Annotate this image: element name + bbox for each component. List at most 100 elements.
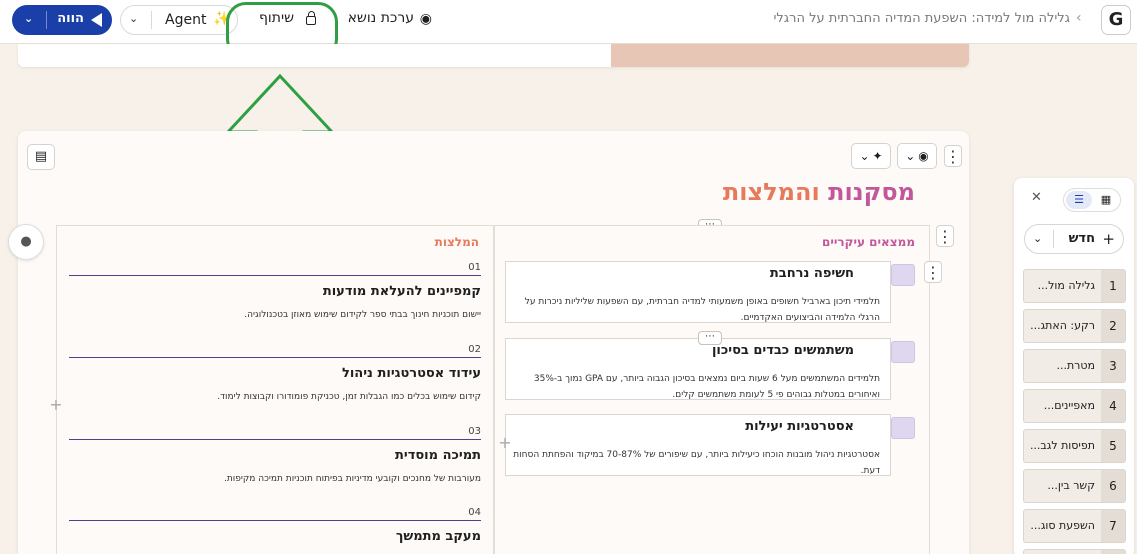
top-bar: הווה ⌄ ⌄ Agent ✨ שיתוף ◉ ערכת נושא גלילה… (0, 0, 1137, 44)
close-icon[interactable]: ✕ (1031, 190, 1042, 205)
recommendation-item[interactable]: 04 מעקב מתמשך (69, 507, 481, 544)
chevron-left-icon[interactable]: ‹ (1076, 10, 1082, 26)
recommendation-item[interactable]: 01 קמפיינים להעלאת מודעות יישום תוכניות … (69, 262, 481, 320)
palette-icon: ◉ (419, 11, 432, 27)
findings-column[interactable]: ממצאים עיקריים חשיפה נרחבת תלמידי תיכון … (494, 225, 930, 554)
previous-slide-accent (611, 44, 969, 67)
title-part-1: מסקנות (828, 178, 915, 206)
chevron-down-icon: ⌄ (905, 149, 916, 163)
notes-icon[interactable]: ▤ (27, 144, 55, 170)
slide-number (1101, 550, 1125, 554)
slide-number: 5 (1101, 430, 1125, 462)
findings-heading: ממצאים עיקריים (821, 235, 915, 249)
chevron-down-icon[interactable]: ⌄ (24, 12, 33, 25)
recommendations-column[interactable]: המלצות 01 קמפיינים להעלאת מודעות יישום ת… (56, 225, 494, 554)
app-logo[interactable]: G (1101, 5, 1131, 35)
finding-description: אסטרטגיות ניהול מובנות הוכחו כיעילות ביו… (513, 450, 880, 476)
slides-panel: ✕ ☰ ▦ + חדש ⌄ 1 גלילה מול... 2 רקע: האתג… (1014, 178, 1134, 554)
slide-number: 6 (1101, 470, 1125, 502)
slide-thumb-title: גלילה מול... (1037, 279, 1095, 292)
finding-title: משתמשים כבדים בסיכון (711, 343, 854, 358)
divider (1053, 230, 1054, 248)
chevron-down-icon: ⌄ (859, 149, 870, 163)
column-more-icon[interactable]: ⋮ (936, 225, 954, 247)
finding-icon (891, 417, 915, 439)
list-view-icon[interactable]: ☰ (1066, 191, 1092, 209)
slide-thumb-title: מאפיינים... (1043, 399, 1095, 412)
play-icon (91, 13, 102, 27)
item-description: קידום שימוש בכלים כמו הגבלות זמן, טכניקת… (217, 392, 481, 402)
item-title: מעקב מתמשך (395, 529, 481, 544)
finding-box[interactable]: משתמשים כבדים בסיכון תלמידים המשתמשים מע… (505, 338, 915, 400)
document-title[interactable]: גלילה מול למידה: השפעת המדיה החברתית על … (770, 11, 1070, 26)
finding-more-horizontal-icon[interactable]: ⋯ (698, 331, 722, 345)
slide-number: 1 (1101, 270, 1125, 302)
add-block-icon[interactable]: + (47, 397, 65, 415)
slide-number: 2 (1101, 310, 1125, 342)
card-style-button[interactable]: ⌄ ◉ (897, 143, 937, 169)
slide-thumbnail[interactable]: 6 קשר בין... (1023, 469, 1126, 503)
slide-thumbnail[interactable]: 1 גלילה מול... (1023, 269, 1126, 303)
item-description: מעורבות של מחנכים וקובעי מדיניות בפיתוח … (224, 474, 481, 484)
new-slide-button[interactable]: + חדש ⌄ (1024, 224, 1124, 254)
slide-number: 4 (1101, 390, 1125, 422)
previous-slide-card (18, 44, 969, 67)
palette-icon: ◉ (918, 149, 929, 163)
slide-thumb-title: תפיסות לגב... (1029, 439, 1095, 452)
chevron-down-icon[interactable]: ⌄ (129, 12, 138, 25)
slide-thumbnail[interactable]: 5 תפיסות לגב... (1023, 429, 1126, 463)
divider (151, 11, 152, 29)
finding-icon (891, 341, 915, 363)
finding-title: חשיפה נרחבת (769, 266, 854, 281)
item-title: תמיכה מוסדית (395, 448, 481, 463)
slide-thumbnail[interactable]: 4 מאפיינים... (1023, 389, 1126, 423)
item-number: 03 (468, 426, 481, 437)
card-more-icon[interactable]: ⋮ (944, 145, 962, 167)
finding-description: תלמידי תיכון בארביל חשופים באופן משמעותי… (524, 297, 880, 323)
view-toggle[interactable]: ☰ ▦ (1063, 188, 1121, 212)
item-number: 04 (468, 507, 481, 518)
slide-thumb-title: השפעת סוג... (1030, 519, 1095, 532)
finding-description: תלמידים המשתמשים מעל 6 שעות ביום נמצאים … (533, 374, 880, 400)
recommendation-item[interactable]: 03 תמיכה מוסדית מעורבות של מחנכים וקובעי… (69, 426, 481, 484)
slide-thumbnail[interactable]: 3 מטרת... (1023, 349, 1126, 383)
present-button[interactable]: הווה ⌄ (12, 5, 112, 35)
comment-icon[interactable]: ● (8, 224, 44, 260)
finding-box[interactable]: אסטרטגיות יעילות אסטרטגיות ניהול מובנות … (505, 414, 915, 476)
grid-view-icon[interactable]: ▦ (1093, 191, 1119, 209)
divider (69, 357, 481, 358)
recommendation-item[interactable]: 02 עידוד אסטרטגיות ניהול קידום שימוש בכל… (69, 344, 481, 402)
finding-icon (891, 264, 915, 286)
ai-edit-button[interactable]: ⌄ ✦ (851, 143, 891, 169)
slide-title[interactable]: מסקנות והמלצות (723, 178, 915, 206)
present-label: הווה (57, 11, 84, 26)
finding-more-icon[interactable]: ⋮ (924, 261, 942, 283)
item-title: עידוד אסטרטגיות ניהול (341, 366, 481, 381)
slide-thumbnail[interactable]: 7 השפעת סוג... (1023, 509, 1126, 543)
divider (46, 11, 47, 29)
agent-label: Agent (165, 12, 207, 28)
item-description: יישום תוכניות חינוך בבתי ספר לקידום שימו… (244, 310, 481, 320)
divider (69, 275, 481, 276)
divider (69, 520, 481, 521)
plus-icon: + (1102, 230, 1115, 248)
finding-title: אסטרטגיות יעילות (745, 419, 854, 434)
slide-number: 7 (1101, 510, 1125, 542)
recommendations-heading: המלצות (434, 235, 479, 249)
slide-thumbnail[interactable]: 2 רקע: האתג... (1023, 309, 1126, 343)
chevron-down-icon[interactable]: ⌄ (1033, 232, 1042, 245)
theme-button[interactable]: ◉ ערכת נושא (346, 10, 436, 30)
item-title: קמפיינים להעלאת מודעות (322, 284, 481, 299)
agent-button[interactable]: ⌄ Agent ✨ (120, 5, 238, 35)
slide-thumb-title: קשר בין... (1047, 479, 1095, 492)
slide-number: 3 (1101, 350, 1125, 382)
new-slide-label: חדש (1068, 231, 1095, 246)
finding-box[interactable]: חשיפה נרחבת תלמידי תיכון בארביל חשופים ב… (505, 261, 915, 323)
add-block-icon[interactable]: + (496, 435, 514, 453)
item-number: 01 (468, 262, 481, 273)
slide-thumbnail[interactable] (1023, 549, 1126, 554)
title-part-2: והמלצות (722, 178, 820, 206)
divider (69, 439, 481, 440)
slide-card[interactable]: ▤ ⌄ ✦ ⌄ ◉ ⋮ מסקנות והמלצות ⋯ ⋮ המלצות 01… (18, 131, 969, 554)
theme-label: ערכת נושא (347, 10, 414, 26)
